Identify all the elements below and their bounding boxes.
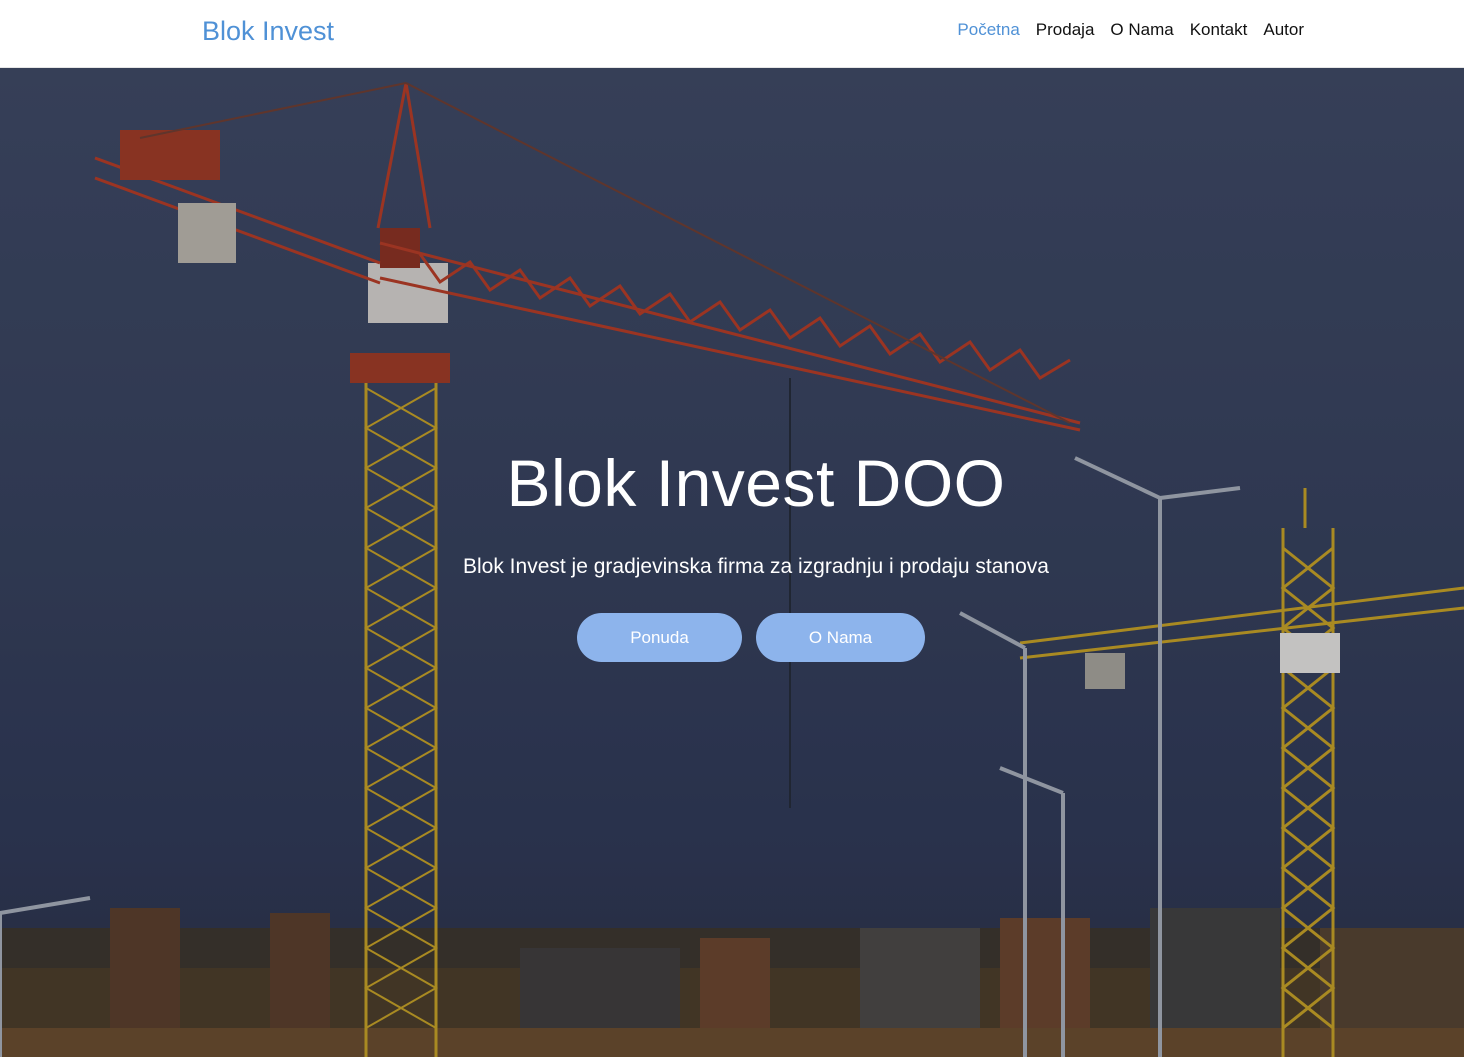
brand-logo-link[interactable]: Blok Invest	[202, 14, 334, 48]
hero-subtitle: Blok Invest je gradjevinska firma za izg…	[463, 555, 1049, 578]
hero-title: Blok Invest DOO	[506, 446, 1006, 520]
nav-link-pocetna[interactable]: Početna	[957, 18, 1019, 42]
nav-link-autor[interactable]: Autor	[1263, 18, 1304, 42]
hero-section: Blok Invest DOO Blok Invest je gradjevin…	[0, 68, 1464, 1057]
nav-link-prodaja[interactable]: Prodaja	[1036, 18, 1095, 42]
nav-item-autor: Autor	[1263, 18, 1304, 42]
nav-item-o-nama: O Nama	[1110, 18, 1173, 42]
ponuda-button[interactable]: Ponuda	[577, 613, 742, 662]
nav-item-kontakt: Kontakt	[1190, 18, 1248, 42]
hero-button-group: Ponuda O Nama	[577, 613, 925, 662]
nav-menu: Početna Prodaja O Nama Kontakt Autor	[941, 18, 1304, 42]
nav-item-prodaja: Prodaja	[1036, 18, 1095, 42]
nav-link-kontakt[interactable]: Kontakt	[1190, 18, 1248, 42]
nav-item-pocetna: Početna	[957, 18, 1019, 42]
navbar: Blok Invest Početna Prodaja O Nama Konta…	[0, 0, 1464, 68]
o-nama-button[interactable]: O Nama	[756, 613, 925, 662]
nav-link-o-nama[interactable]: O Nama	[1110, 18, 1173, 42]
